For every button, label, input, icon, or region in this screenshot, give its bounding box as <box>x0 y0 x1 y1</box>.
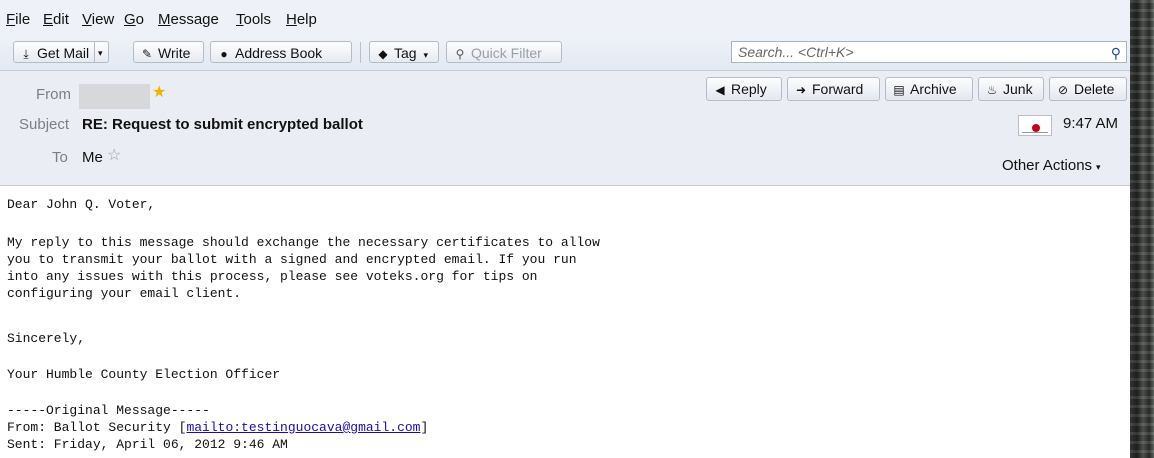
junk-button[interactable]: ♨ Junk <box>978 77 1044 101</box>
original-sent-line: Sent: Friday, April 06, 2012 9:46 AM <box>7 437 288 452</box>
quick-filter-button[interactable]: ⚲ Quick Filter <box>446 41 562 63</box>
junk-icon: ♨ <box>986 83 998 97</box>
menu-bar: File Edit View Go Message Tools Help <box>0 0 1130 36</box>
chevron-down-icon[interactable]: ▾ <box>98 42 103 64</box>
menu-tools[interactable]: Tools <box>236 11 271 28</box>
body-line: Dear John Q. Voter, <box>7 197 156 212</box>
menu-edit[interactable]: Edit <box>43 11 69 28</box>
tag-icon: ◆ <box>378 47 388 61</box>
star-icon[interactable]: ★ <box>152 82 166 102</box>
address-book-button[interactable]: ● Address Book <box>210 41 352 63</box>
to-value: Me <box>82 149 103 166</box>
star-outline-icon[interactable]: ☆ <box>107 145 121 165</box>
contact-icon: ● <box>220 47 228 61</box>
forward-button[interactable]: ➜ Forward <box>787 77 880 101</box>
signed-envelope-icon[interactable] <box>1018 115 1052 136</box>
get-mail-button[interactable]: ⤓ Get Mail ▾ <box>13 41 109 63</box>
subject-label: Subject <box>19 116 70 133</box>
body-line: into any issues with this process, pleas… <box>7 269 538 284</box>
toolbar-separator <box>360 42 361 63</box>
menu-go[interactable]: Go <box>124 11 144 28</box>
main-toolbar: ⤓ Get Mail ▾ ✎ Write ● Address Book ◆ Tag ▾ … <box>0 36 1130 71</box>
body-line: My reply to this message should exchange… <box>7 235 600 250</box>
from-label: From <box>36 86 71 103</box>
pencil-icon: ✎ <box>141 47 153 61</box>
redacted-sender <box>79 84 150 109</box>
other-actions-button[interactable]: Other Actions ▾ <box>1002 157 1101 174</box>
body-line: Your Humble County Election Officer <box>7 367 281 382</box>
body-line: you to transmit your ballot with a signe… <box>7 252 577 267</box>
body-line: configuring your email client. <box>7 286 242 301</box>
menu-view[interactable]: View <box>82 11 114 28</box>
menu-message[interactable]: Message <box>158 11 219 28</box>
archive-button[interactable]: ▤ Archive <box>885 77 973 101</box>
body-line: Sincerely, <box>7 331 86 346</box>
message-body: Dear John Q. Voter, My reply to this mes… <box>0 186 1130 458</box>
reply-button[interactable]: ◀ Reply <box>706 77 782 101</box>
menu-help[interactable]: Help <box>286 11 317 28</box>
subject-value: RE: Request to submit encrypted ballot <box>82 116 363 133</box>
mailto-link[interactable]: mailto:testinguocava@gmail.com <box>186 420 420 435</box>
mail-window: File Edit View Go Message Tools Help ⤓ Ge… <box>0 0 1130 458</box>
delete-icon: ⊘ <box>1057 83 1069 97</box>
chevron-down-icon: ▾ <box>423 50 428 60</box>
original-from-line: From: Ballot Security [mailto:testinguoc… <box>7 420 429 435</box>
reply-icon: ◀ <box>715 83 725 97</box>
window-edge-background <box>1130 0 1154 458</box>
search-input[interactable]: Search... <Ctrl+K> ⚲ <box>731 41 1127 63</box>
search-icon: ⚲ <box>1110 45 1121 61</box>
forward-icon: ➜ <box>795 83 807 97</box>
archive-icon: ▤ <box>893 83 905 97</box>
download-icon: ⤓ <box>23 47 29 61</box>
split-divider <box>94 42 95 62</box>
message-header: From ★ ◀ Reply ➜ Forward ▤ Archive ♨ Junk ⊘ D… <box>0 71 1130 186</box>
delete-button[interactable]: ⊘ Delete <box>1049 77 1127 101</box>
filter-search-icon: ⚲ <box>455 47 465 61</box>
chevron-down-icon: ▾ <box>1096 162 1101 172</box>
write-button[interactable]: ✎ Write <box>133 41 204 63</box>
message-time: 9:47 AM <box>1063 115 1119 132</box>
menu-file[interactable]: File <box>6 11 30 28</box>
tag-button[interactable]: ◆ Tag ▾ <box>369 41 439 63</box>
to-label: To <box>52 149 68 166</box>
body-line: -----Original Message----- <box>7 403 210 418</box>
